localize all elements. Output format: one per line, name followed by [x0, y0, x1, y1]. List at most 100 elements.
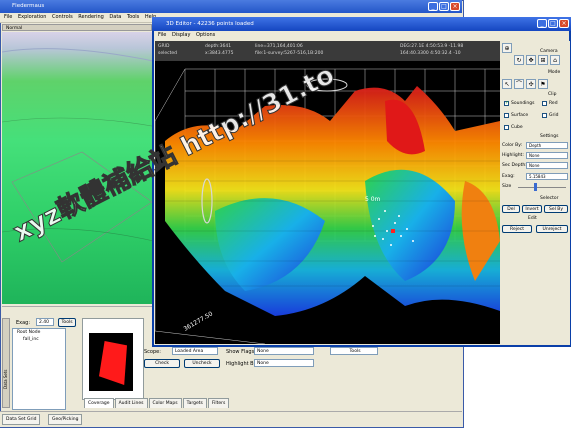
red-checkbox[interactable] — [542, 101, 547, 106]
info-text: GRID — [158, 44, 170, 49]
mode-label: Mode — [548, 70, 561, 75]
menu-exploration[interactable]: Exploration — [18, 13, 46, 22]
exag-label: Exag: — [502, 174, 515, 179]
invert-button[interactable]: Invert — [522, 205, 542, 213]
info-text: file:1-survey:5267-516,1B:200 — [255, 51, 324, 56]
tab-data-set-grid[interactable]: Data Set Grid — [2, 414, 41, 425]
surface-label: Surface — [511, 113, 529, 118]
menu-controls[interactable]: Controls — [52, 13, 73, 22]
minimize-icon[interactable]: _ — [428, 2, 438, 11]
soundings-checkbox[interactable] — [504, 100, 509, 106]
highlight-label: Highlight: — [502, 153, 524, 158]
close-icon[interactable]: × — [450, 2, 460, 11]
clip-label: Clip — [548, 92, 557, 97]
menu-file[interactable]: File — [158, 31, 166, 40]
editor-titlebar[interactable]: 3D Editor - 42236 points loaded _ □ × — [152, 17, 571, 31]
scope-select[interactable]: Loaded Area — [172, 347, 218, 355]
color-by-label: Color By: — [502, 143, 523, 148]
cube-label: Cube — [511, 125, 523, 130]
settings-label: Settings — [540, 134, 559, 139]
3d-surface-rendering: 5 0m 361277.50 — [155, 68, 500, 344]
tab-color-maps[interactable]: Color Maps — [148, 398, 182, 408]
show-flags-select[interactable]: None — [254, 347, 314, 355]
depth-annotation: 5 0m — [365, 196, 381, 203]
tab-audit-lines[interactable]: Audit Lines — [114, 398, 148, 408]
select-arrow-icon[interactable]: ↖ — [502, 79, 512, 89]
view-mode-strip[interactable]: Normal — [2, 24, 152, 31]
menu-data[interactable]: Data — [109, 13, 121, 22]
info-text: selected — [158, 51, 177, 56]
size-label: Size — [502, 184, 512, 189]
tab-coverage[interactable]: Coverage — [84, 398, 114, 408]
tools-button[interactable]: Tools — [58, 318, 76, 327]
sec-depth-label: Sec Depth: — [502, 163, 527, 168]
sec-depth-select[interactable]: None — [526, 162, 568, 169]
fit-view-icon[interactable]: ⊞ — [538, 55, 548, 65]
delete-button[interactable]: Del — [502, 205, 520, 213]
menu-tools[interactable]: Tools — [127, 13, 139, 22]
close-icon[interactable]: × — [559, 19, 569, 28]
info-col-2: depth:3641 x:3843.4775 — [205, 43, 234, 57]
editor-side-panel: Camera ⊕ ↻ ✥ ⊞ ⌂ Mode ↖ ⌒ ✣ ⚑ Clip Sound… — [500, 41, 570, 345]
reject-button[interactable]: Reject — [502, 225, 532, 233]
data-sets-side-tab[interactable]: Data Sets — [2, 318, 10, 408]
cursor-marker — [391, 229, 395, 233]
info-col-3: line=371,164,401:06 file:1-survey:5267-5… — [255, 43, 323, 57]
tools-dropdown[interactable]: Tools — [330, 347, 378, 355]
3d-sounding-plot[interactable]: 5 0m 361277.50 — [155, 61, 500, 344]
coverage-preview — [89, 333, 133, 391]
grid-checkbox[interactable] — [542, 113, 547, 118]
check-button[interactable]: Check — [144, 359, 180, 368]
coverage-preview-pane — [82, 318, 144, 400]
soundings-label: Soundings — [511, 101, 535, 106]
exag-label: Exag: — [16, 320, 31, 326]
cube-checkbox[interactable] — [504, 125, 509, 130]
camera-label: Camera — [540, 49, 558, 54]
menu-display[interactable]: Display — [172, 31, 190, 40]
editor-title: 3D Editor - 42236 points loaded — [166, 21, 254, 27]
size-slider-track[interactable] — [518, 187, 566, 188]
highlight-by-select[interactable]: None — [254, 359, 314, 367]
uncheck-button[interactable]: Uncheck — [184, 359, 220, 368]
move-icon[interactable]: ✣ — [526, 79, 536, 89]
tab-targets[interactable]: Targets — [182, 398, 207, 408]
flag-icon[interactable]: ⚑ — [538, 79, 548, 89]
pan-icon[interactable]: ✥ — [526, 55, 536, 65]
maximize-icon[interactable]: □ — [439, 2, 449, 11]
menu-file[interactable]: File — [4, 13, 12, 22]
dataset-tree[interactable]: Root Node fall_inc — [12, 328, 66, 410]
bottom-tabs: Coverage Audit Lines Color Maps Targets … — [84, 398, 230, 408]
show-flags-label: Show Flags: — [226, 349, 256, 355]
axis-tick-label: 361277.50 — [183, 310, 215, 332]
maximize-icon[interactable]: □ — [548, 19, 558, 28]
main-window-title: Fledermaus — [12, 3, 45, 9]
edit-label: Edit — [528, 216, 537, 221]
exag-input[interactable]: 2.40 — [36, 318, 54, 326]
tab-filters[interactable]: Filters — [207, 398, 230, 408]
highlight-select[interactable]: None — [526, 152, 568, 159]
info-col-1: GRID selected — [158, 43, 177, 57]
exag-input[interactable]: 5.15843 — [526, 173, 568, 180]
reset-view-icon[interactable]: ⌂ — [550, 55, 560, 65]
tree-item[interactable]: fall_inc — [13, 336, 65, 343]
side-tab-label: Data Sets — [3, 369, 8, 389]
color-by-select[interactable]: Depth — [526, 142, 568, 149]
tree-root-node[interactable]: Root Node — [13, 329, 65, 336]
rotate-icon[interactable]: ↻ — [514, 55, 524, 65]
info-text: line=371,164,401:06 — [255, 44, 303, 49]
zoom-icon[interactable]: ⊕ — [502, 43, 512, 53]
select-by-button[interactable]: Sel By — [544, 205, 568, 213]
surface-checkbox[interactable] — [504, 113, 509, 118]
minimize-icon[interactable]: _ — [537, 19, 547, 28]
menu-rendering[interactable]: Rendering — [78, 13, 104, 22]
info-text: depth:3641 — [205, 44, 232, 49]
red-label: Red — [549, 101, 558, 106]
size-slider-thumb[interactable] — [534, 183, 537, 191]
lasso-icon[interactable]: ⌒ — [514, 79, 524, 89]
status-bar: Data Set Grid Geo/Picking — [0, 411, 462, 427]
main-window-titlebar[interactable]: Fledermaus _ □ × — [0, 0, 462, 13]
tab-geo-picking[interactable]: Geo/Picking — [48, 414, 83, 425]
grid-label: Grid — [549, 113, 559, 118]
unreject-button[interactable]: Unreject — [536, 225, 568, 233]
menu-options[interactable]: Options — [196, 31, 215, 40]
